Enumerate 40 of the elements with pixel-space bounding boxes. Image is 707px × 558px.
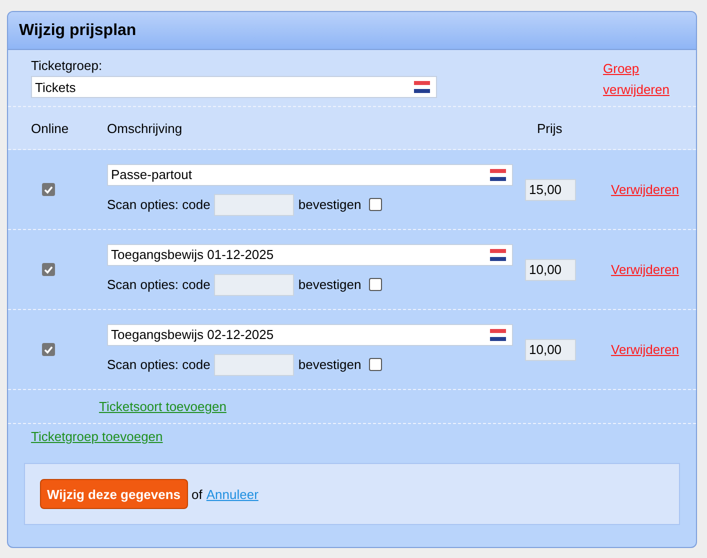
price-field[interactable]: 10,00 bbox=[525, 258, 576, 280]
confirm-label: bevestigen bbox=[298, 277, 362, 292]
cancel-link[interactable]: Annuleer bbox=[206, 486, 258, 502]
online-checkbox[interactable] bbox=[42, 263, 55, 276]
column-header: Prijs bbox=[537, 120, 564, 136]
flag-icon bbox=[490, 248, 506, 260]
add-ticket-group-link[interactable]: Ticketgroep toevoegen bbox=[31, 429, 163, 444]
submit-button[interactable]: Wijzig deze gegevens bbox=[40, 479, 188, 509]
or-text: of bbox=[192, 486, 202, 502]
code-field[interactable] bbox=[214, 194, 294, 216]
scan-options-label: Scan opties: code bbox=[107, 357, 210, 372]
flag-icon bbox=[490, 168, 506, 180]
confirm-label: bevestigen bbox=[298, 357, 362, 372]
panel-title: Wijzig prijsplan bbox=[19, 22, 136, 40]
column-header: Online bbox=[30, 120, 70, 136]
remove-link[interactable]: Verwijderen bbox=[611, 179, 679, 200]
scan-options-label: Scan opties: code bbox=[107, 277, 210, 292]
scan-options-label: Scan opties: code bbox=[107, 197, 210, 212]
description-field[interactable]: Toegangsbewijs 01-12-2025 bbox=[107, 244, 513, 266]
confirm-checkbox[interactable] bbox=[369, 358, 382, 371]
field-label: Ticketgroep: bbox=[31, 58, 104, 73]
confirm-checkbox[interactable] bbox=[369, 198, 382, 211]
ticket-group-field[interactable]: Tickets bbox=[31, 76, 437, 98]
remove-group-link[interactable]: Groep verwijderen bbox=[603, 58, 673, 100]
price-field[interactable]: 10,00 bbox=[525, 338, 576, 360]
code-field[interactable] bbox=[214, 354, 294, 376]
online-checkbox[interactable] bbox=[42, 343, 55, 356]
confirm-label: bevestigen bbox=[298, 197, 362, 212]
remove-link[interactable]: Verwijderen bbox=[611, 259, 679, 280]
column-header: Omschrijving bbox=[107, 120, 184, 136]
flag-icon bbox=[490, 328, 506, 340]
flag-icon bbox=[414, 81, 430, 93]
online-checkbox[interactable] bbox=[42, 183, 55, 196]
remove-link[interactable]: Verwijderen bbox=[611, 339, 679, 360]
price-field[interactable]: 15,00 bbox=[525, 178, 576, 200]
confirm-checkbox[interactable] bbox=[369, 278, 382, 291]
code-field[interactable] bbox=[214, 274, 294, 296]
description-field[interactable]: Toegangsbewijs 02-12-2025 bbox=[107, 324, 513, 346]
add-ticket-type-link[interactable]: Ticketsoort toevoegen bbox=[99, 399, 226, 414]
description-field[interactable]: Passe-partout bbox=[107, 164, 513, 186]
